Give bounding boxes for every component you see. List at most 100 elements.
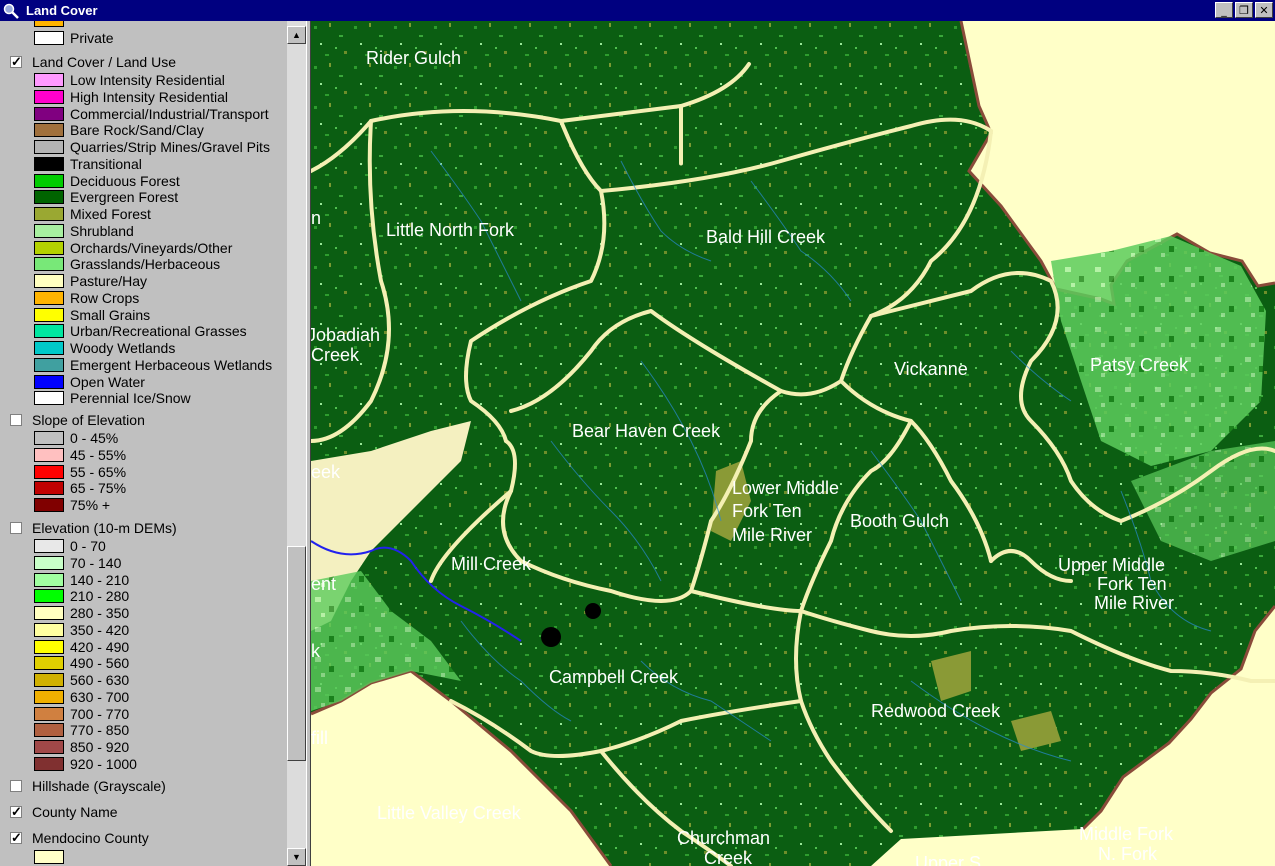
elevation-class-swatch[interactable] bbox=[34, 639, 64, 654]
slope-class-swatch[interactable] bbox=[34, 498, 64, 512]
elevation-layer-label: Elevation (10-m DEMs) bbox=[32, 520, 177, 536]
elevation-class-label: 420 - 490 bbox=[70, 638, 130, 655]
table-of-contents: Private ✓ Land Cover / Land Use Low Intensi… bbox=[0, 21, 287, 866]
map-view[interactable]: Rider Gulch Little North Fork Bald Hill … bbox=[311, 21, 1275, 866]
map-label-partial-eek: eek bbox=[311, 462, 341, 482]
minimize-icon: _ bbox=[1221, 3, 1227, 17]
title-bar: Land Cover _ ❐ ✕ bbox=[0, 0, 1275, 21]
map-label-bear-haven-creek: Bear Haven Creek bbox=[572, 421, 721, 441]
elevation-class-swatch[interactable] bbox=[34, 555, 64, 570]
land-cover-class-swatch[interactable] bbox=[34, 341, 64, 355]
map-label-campbell-creek: Campbell Creek bbox=[549, 667, 679, 687]
elevation-class-swatch[interactable] bbox=[34, 606, 64, 620]
slope-class-label: 0 - 45% bbox=[70, 430, 119, 446]
map-label-partial-fill: fill bbox=[311, 728, 328, 748]
scroll-down-button[interactable]: ▼ bbox=[287, 848, 306, 866]
hillshade-layer-label: Hillshade (Grayscale) bbox=[32, 778, 166, 794]
arrow-up-icon: ▲ bbox=[292, 30, 301, 40]
land-cover-class-label: Grasslands/Herbaceous bbox=[70, 256, 221, 273]
map-label-patsy-creek: Patsy Creek bbox=[1090, 355, 1189, 375]
elevation-class-label: 210 - 280 bbox=[70, 588, 130, 605]
elevation-class-swatch[interactable] bbox=[34, 572, 64, 587]
elevation-class-swatch[interactable] bbox=[34, 656, 64, 671]
elevation-class-label: 850 - 920 bbox=[70, 739, 130, 755]
hillshade-checkbox[interactable] bbox=[10, 780, 22, 792]
map-label-booth-gulch: Booth Gulch bbox=[850, 511, 949, 531]
private-swatch[interactable] bbox=[34, 31, 64, 45]
slope-class-label: 55 - 65% bbox=[70, 463, 127, 480]
slope-class-swatch[interactable] bbox=[34, 431, 64, 445]
elevation-class-swatch[interactable] bbox=[34, 740, 64, 754]
close-button[interactable]: ✕ bbox=[1255, 2, 1273, 18]
slope-class-swatch[interactable] bbox=[34, 481, 64, 496]
map-label-upper-middle-2: Fork Ten bbox=[1097, 574, 1167, 594]
land-cover-class-label: Deciduous Forest bbox=[70, 172, 180, 189]
elevation-class-swatch[interactable] bbox=[34, 723, 64, 738]
map-label-middle-fork-2: N. Fork bbox=[1098, 844, 1158, 864]
land-cover-class-swatch[interactable] bbox=[34, 357, 64, 372]
elevation-class-swatch[interactable] bbox=[34, 539, 64, 553]
slope-class-swatch[interactable] bbox=[34, 447, 64, 462]
land-cover-checkbox[interactable]: ✓ bbox=[10, 55, 22, 68]
minimize-button[interactable]: _ bbox=[1215, 2, 1233, 18]
elevation-class-swatch[interactable] bbox=[34, 689, 64, 704]
window-title: Land Cover bbox=[26, 3, 98, 18]
land-cover-class-label: Woody Wetlands bbox=[70, 340, 176, 356]
land-cover-class-swatch[interactable] bbox=[34, 207, 64, 221]
slope-class-label: 65 - 75% bbox=[70, 480, 127, 497]
slope-class-label: 75% + bbox=[70, 497, 111, 513]
slope-checkbox[interactable] bbox=[10, 414, 22, 426]
toc-scrollbar[interactable]: ▲ ▼ bbox=[287, 21, 306, 866]
land-cover-class-swatch[interactable] bbox=[34, 106, 64, 121]
elevation-class-swatch[interactable] bbox=[34, 756, 64, 771]
land-cover-class-swatch[interactable] bbox=[34, 274, 64, 288]
elevation-class-swatch[interactable] bbox=[34, 706, 64, 721]
mendocino-county-swatch[interactable] bbox=[34, 850, 64, 864]
land-cover-class-swatch[interactable] bbox=[34, 240, 64, 255]
elevation-class-swatch[interactable] bbox=[34, 589, 64, 604]
land-cover-class-swatch[interactable] bbox=[34, 223, 64, 238]
restore-button[interactable]: ❐ bbox=[1235, 2, 1253, 18]
land-cover-class-label: Urban/Recreational Grasses bbox=[70, 323, 247, 340]
land-cover-class-swatch[interactable] bbox=[34, 257, 64, 272]
map-label-lower-middle-3: Mile River bbox=[732, 525, 812, 545]
map-label-upper-middle-1: Upper Middle bbox=[1058, 555, 1165, 575]
elevation-class-label: 70 - 140 bbox=[70, 554, 122, 571]
land-cover-class-swatch[interactable] bbox=[34, 156, 64, 171]
county-name-checkbox[interactable]: ✓ bbox=[10, 805, 22, 818]
land-cover-class-label: Emergent Herbaceous Wetlands bbox=[70, 356, 273, 373]
land-cover-class-swatch[interactable] bbox=[34, 391, 64, 406]
land-cover-class-swatch[interactable] bbox=[34, 290, 64, 305]
slope-class-swatch[interactable] bbox=[34, 464, 64, 479]
elevation-class-swatch[interactable] bbox=[34, 622, 64, 637]
land-cover-class-swatch[interactable] bbox=[34, 324, 64, 339]
land-cover-class-swatch[interactable] bbox=[34, 190, 64, 205]
land-cover-class-swatch[interactable] bbox=[34, 374, 64, 389]
land-cover-class-swatch[interactable] bbox=[34, 89, 64, 104]
land-cover-class-swatch[interactable] bbox=[34, 173, 64, 188]
land-cover-map[interactable]: Rider Gulch Little North Fork Bald Hill … bbox=[311, 21, 1275, 866]
land-cover-class-swatch[interactable] bbox=[34, 73, 64, 87]
map-label-redwood-creek: Redwood Creek bbox=[871, 701, 1001, 721]
slope-class-label: 45 - 55% bbox=[70, 446, 127, 463]
elevation-class-label: 560 - 630 bbox=[70, 672, 130, 688]
map-label-middle-fork-1: Middle Fork bbox=[1079, 824, 1174, 844]
scroll-up-button[interactable]: ▲ bbox=[287, 26, 306, 44]
land-cover-class-swatch[interactable] bbox=[34, 140, 64, 154]
mendocino-county-checkbox[interactable]: ✓ bbox=[10, 831, 22, 844]
land-cover-class-label: Shrubland bbox=[70, 222, 134, 239]
map-label-upper-s: Upper S bbox=[915, 853, 981, 866]
mendocino-county-layer-label: Mendocino County bbox=[32, 830, 149, 846]
land-cover-class-label: Transitional bbox=[70, 155, 142, 172]
app-icon bbox=[2, 2, 20, 20]
elevation-checkbox[interactable] bbox=[10, 522, 22, 534]
land-cover-class-label: Pasture/Hay bbox=[70, 273, 148, 289]
land-cover-class-swatch[interactable] bbox=[34, 123, 64, 138]
land-cover-class-swatch[interactable] bbox=[34, 307, 64, 322]
land-cover-class-label: Open Water bbox=[70, 373, 145, 390]
scroll-thumb[interactable] bbox=[287, 546, 306, 761]
elevation-class-swatch[interactable] bbox=[34, 673, 64, 687]
map-label-churchman-1: Churchman bbox=[677, 828, 770, 848]
map-label-partial-n: n bbox=[311, 208, 321, 228]
elevation-class-label: 700 - 770 bbox=[70, 705, 130, 722]
